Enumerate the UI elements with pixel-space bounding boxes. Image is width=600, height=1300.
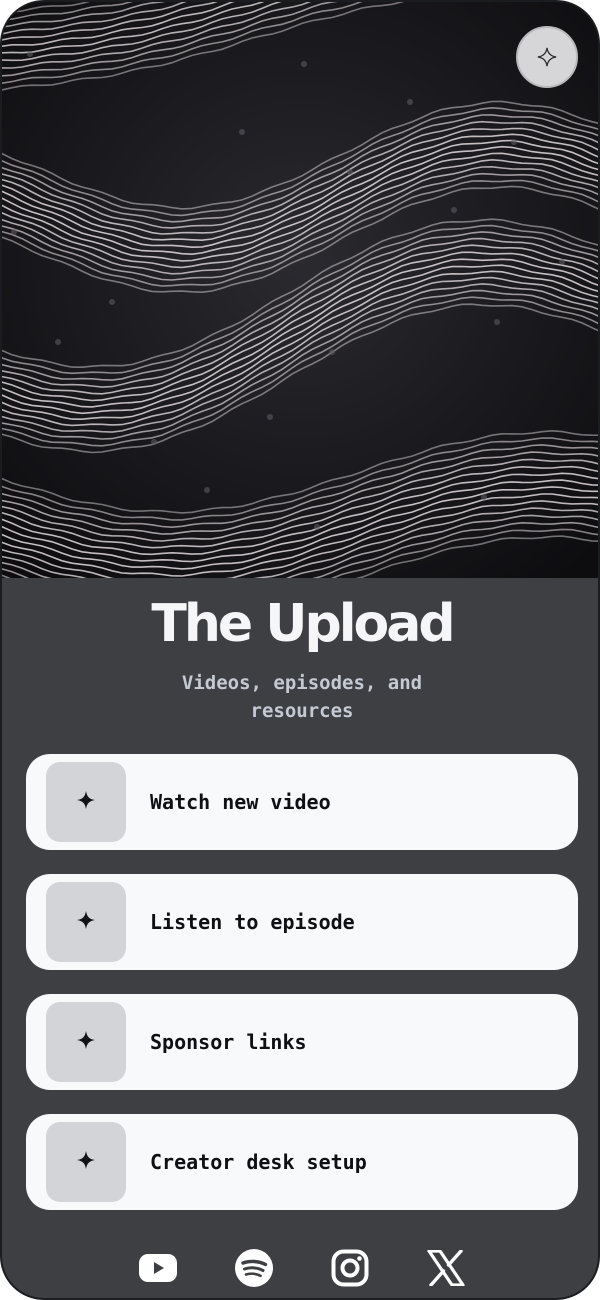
instagram-link[interactable] bbox=[328, 1248, 372, 1292]
link-creator-desk-setup[interactable]: Creator desk setup bbox=[26, 1114, 578, 1210]
youtube-icon bbox=[138, 1253, 178, 1288]
sparkle-icon bbox=[76, 790, 96, 815]
profile-page: The Upload Videos, episodes, and resourc… bbox=[0, 0, 600, 1300]
link-label: Sponsor links bbox=[150, 1030, 307, 1054]
x-link[interactable] bbox=[424, 1248, 468, 1292]
link-sponsor-links[interactable]: Sponsor links bbox=[26, 994, 578, 1090]
instagram-icon bbox=[331, 1249, 369, 1292]
link-thumbnail bbox=[46, 1002, 126, 1082]
profile-content: The Upload Videos, episodes, and resourc… bbox=[2, 578, 598, 1298]
link-thumbnail bbox=[46, 762, 126, 842]
sparkle-icon bbox=[76, 1030, 96, 1055]
link-label: Watch new video bbox=[150, 790, 331, 814]
hero-banner bbox=[2, 2, 598, 578]
link-label: Listen to episode bbox=[150, 910, 355, 934]
page-subtitle: Videos, episodes, and resources bbox=[181, 672, 423, 723]
social-links bbox=[2, 1248, 598, 1292]
link-label: Creator desk setup bbox=[150, 1150, 367, 1174]
sparkle-icon bbox=[76, 910, 96, 935]
sparkle-icon bbox=[76, 1150, 96, 1175]
link-thumbnail bbox=[46, 1122, 126, 1202]
link-listen-to-episode[interactable]: Listen to episode bbox=[26, 874, 578, 970]
spotify-link[interactable] bbox=[232, 1248, 276, 1292]
wave-pattern bbox=[2, 2, 598, 578]
sparkle-icon bbox=[536, 46, 558, 68]
page-title: The Upload bbox=[151, 594, 455, 654]
link-thumbnail bbox=[46, 882, 126, 962]
sparkle-button[interactable] bbox=[516, 26, 578, 88]
youtube-link[interactable] bbox=[136, 1248, 180, 1292]
link-watch-new-video[interactable]: Watch new video bbox=[26, 754, 578, 850]
x-icon bbox=[427, 1248, 465, 1291]
link-list: Watch new video Listen to episode Sponso… bbox=[26, 754, 578, 1234]
spotify-icon bbox=[234, 1248, 274, 1293]
